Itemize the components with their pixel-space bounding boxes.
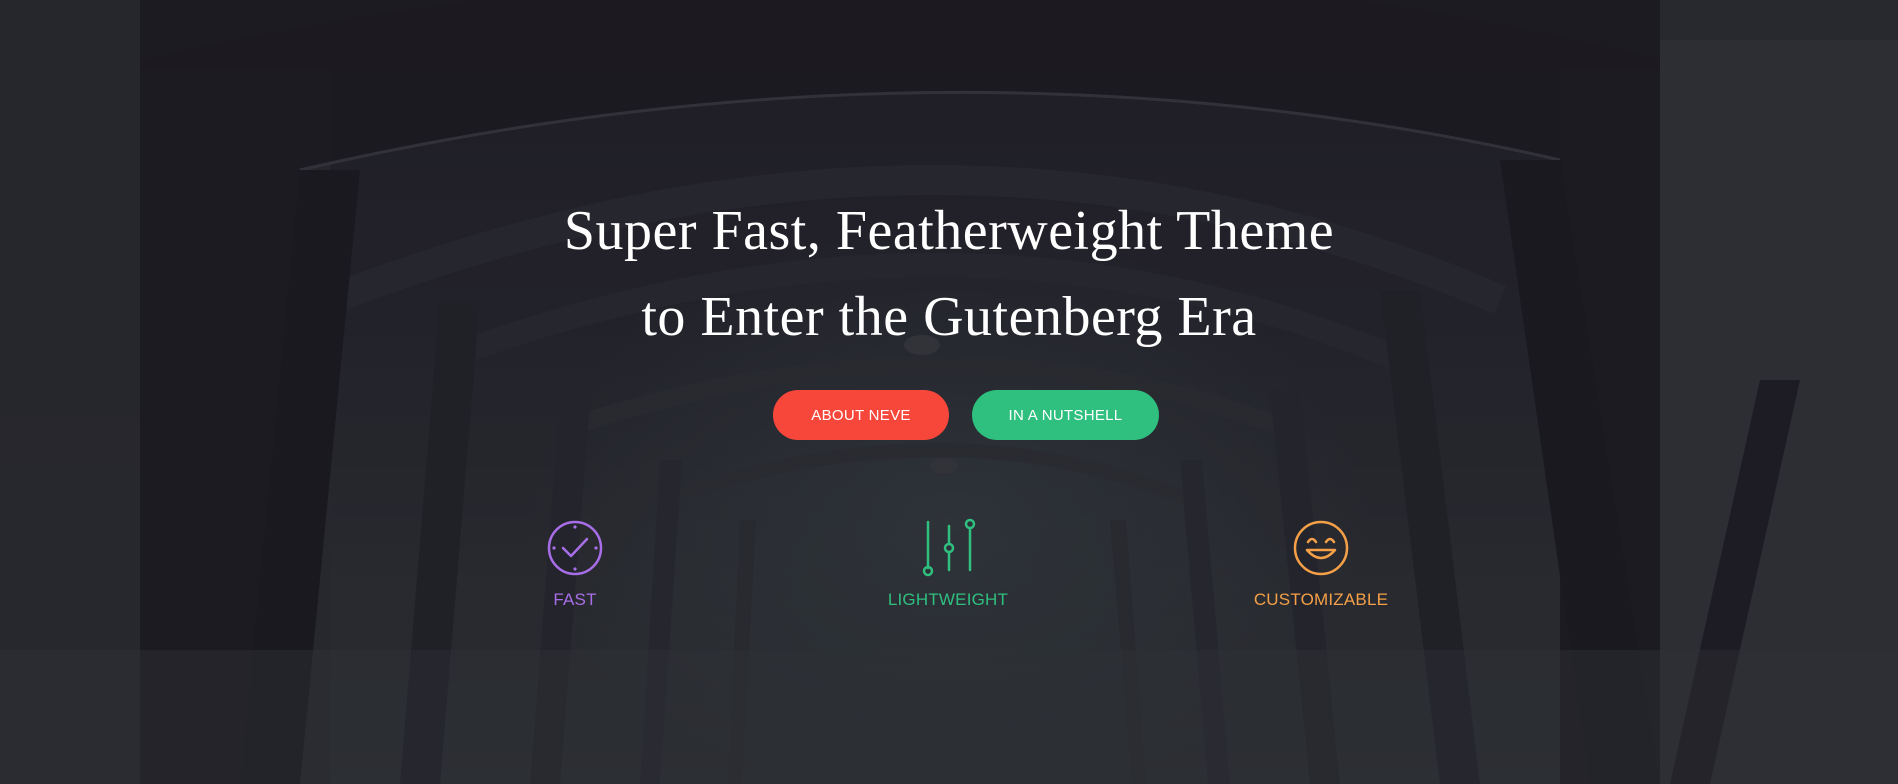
sliders-icon xyxy=(922,518,976,577)
smiley-icon xyxy=(1293,520,1349,576)
feature-lightweight: LIGHTWEIGHT xyxy=(838,518,1058,610)
about-neve-button[interactable]: ABOUT NEVE xyxy=(773,390,949,440)
hero-title-line-1: Super Fast, Featherweight Theme xyxy=(563,200,1335,262)
feature-customizable: CUSTOMIZABLE xyxy=(1211,518,1431,610)
in-a-nutshell-button[interactable]: IN A NUTSHELL xyxy=(972,390,1159,440)
feature-fast: FAST xyxy=(465,518,685,610)
hero-section: Super Fast, Featherweight Theme to Enter… xyxy=(0,0,1898,784)
hero-title-line-2: to Enter the Gutenberg Era xyxy=(641,286,1257,348)
feature-customizable-label: CUSTOMIZABLE xyxy=(1253,590,1389,609)
hero-content: Super Fast, Featherweight Theme to Enter… xyxy=(0,0,1898,784)
clock-check-icon xyxy=(547,520,603,576)
hero-title: Super Fast, Featherweight Theme to Enter… xyxy=(449,188,1449,360)
feature-lightweight-label: LIGHTWEIGHT xyxy=(887,590,1009,609)
feature-fast-label: FAST xyxy=(553,590,597,609)
